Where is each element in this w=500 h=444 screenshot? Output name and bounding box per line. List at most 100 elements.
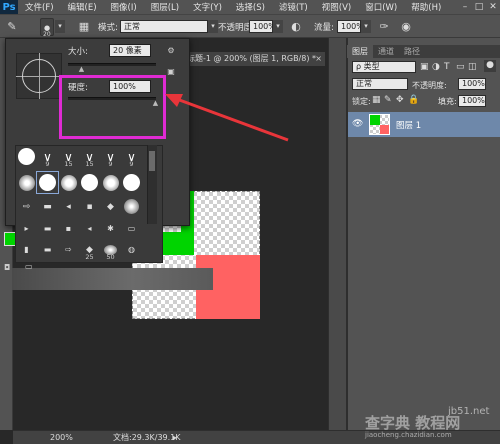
menu-type[interactable]: 文字(Y) [186,1,229,13]
preset-brush[interactable]: ∨ 9 [121,146,142,169]
menu-help[interactable]: 帮助(H) [404,1,448,13]
maximize-icon[interactable]: □ [473,1,485,13]
popup-menu-gear-icon[interactable]: ⚙ [166,46,176,56]
preset-brush[interactable]: ⇨ [16,196,37,217]
preset-brush[interactable] [121,196,142,217]
preset-brush[interactable]: ▬ [37,218,58,239]
document-close-icon[interactable]: × [315,52,322,66]
options-bar: ✎ ● 20 ▾ ▦ 模式: 正常 ▾ 不透明度: 100% ▾ ◐ 流量: 1… [0,14,500,38]
preset-brush[interactable]: ▬ [37,196,58,217]
preset-brush[interactable]: ▬ [37,239,58,260]
menu-window[interactable]: 窗口(W) [358,1,404,13]
minimize-icon[interactable]: – [459,1,471,13]
preset-brush[interactable]: ◆ 25 [79,239,100,262]
filter-smart-icon[interactable]: ◫ [468,62,477,72]
preset-brush[interactable]: ∨ 9 [100,146,121,169]
tab-paths[interactable]: 路径 [399,45,425,58]
mode-select[interactable]: 正常 [120,20,208,33]
fill-input[interactable]: 100% [458,95,486,107]
layer-name[interactable]: 图层 1 [396,119,421,131]
size-label: 大小: [68,47,88,57]
preset-row [16,171,142,194]
preset-brush[interactable]: ▪ [79,196,100,217]
preset-brush[interactable]: ▸ [16,218,37,239]
preset-brush[interactable]: 50 [100,239,121,261]
lock-pixels-icon[interactable]: ✎ [384,95,392,105]
menu-select[interactable]: 选择(S) [229,1,272,13]
preset-brush-selected[interactable] [36,171,59,194]
zoom-readout[interactable]: 200% [50,431,73,444]
brush-picker-dropdown-icon[interactable]: ▾ [55,20,65,33]
preset-brush[interactable]: ∨ 9 [37,146,58,169]
filter-toggle-icon[interactable]: ● [484,60,496,72]
tab-layers[interactable]: 图层 [347,45,373,58]
screen-mode-icon[interactable]: ▭ [25,262,33,271]
preset-brush[interactable]: ◆ [100,196,121,217]
flow-dropdown-icon[interactable]: ▾ [361,20,371,33]
brush-tool-icon[interactable]: ✎ [4,19,20,35]
preset-brush[interactable] [58,172,79,193]
mode-dropdown-icon[interactable]: ▾ [208,20,218,33]
preset-size: 15 [85,160,94,168]
new-preset-icon[interactable]: ▣ [166,67,176,77]
opacity-dropdown-icon[interactable]: ▾ [273,20,283,33]
menu-view[interactable]: 视图(V) [315,1,358,13]
lock-all-icon[interactable]: 🔒 [408,95,419,105]
close-icon[interactable]: ✕ [487,1,499,13]
brush-preset-picker[interactable]: ● 20 [40,18,54,38]
opacity-input[interactable]: 100% [249,20,276,33]
blend-mode-select[interactable]: 正常 [352,78,408,90]
preset-brush[interactable]: ▪ [58,218,79,239]
menu-bar: Ps 文件(F) 编辑(E) 图像(I) 图层(L) 文字(Y) 选择(S) 滤… [0,0,500,14]
brush-panel-toggle-icon[interactable]: ▦ [76,19,92,35]
menu-file[interactable]: 文件(F) [18,1,61,13]
preset-brush[interactable] [79,172,100,193]
filter-pixel-icon[interactable]: ▣ [420,62,429,72]
filter-adjust-icon[interactable]: ◑ [432,62,440,72]
preset-brush[interactable]: ∨ 15 [58,146,79,169]
filter-type-icon[interactable]: T [444,62,450,72]
airbrush-icon[interactable]: ✑ [376,19,392,35]
eye-icon[interactable]: 👁 [352,119,363,129]
preset-size: 50 [106,253,115,261]
flow-input[interactable]: 100% [337,20,364,33]
document-tab[interactable]: 未标题-1 @ 200% (图层 1, RGB/8) * × [175,52,325,66]
chalk-brush-icon: ✱ [107,224,114,233]
lock-transparent-icon[interactable]: ▦ [372,95,381,105]
preset-brush[interactable]: ▮ [16,239,37,260]
gray-overlay-bar [12,268,213,290]
quick-mask-icon[interactable]: ◘ [4,263,10,272]
preset-brush[interactable]: ⇨ [58,239,79,260]
menu-image[interactable]: 图像(I) [104,1,144,13]
filter-shape-icon[interactable]: ▭ [456,62,465,72]
status-arrow-icon[interactable]: ▸ [173,431,177,444]
photoshop-logo: Ps [0,0,18,14]
preset-brush[interactable]: ▭ [121,218,142,239]
fan-brush-icon: ▬ [43,201,52,212]
preset-size: 15 [64,160,73,168]
preset-brush[interactable] [16,172,37,193]
layer-kind-filter[interactable]: ρ 类型 [352,61,416,73]
chalk-brush-icon: ▬ [43,224,52,233]
preset-brush[interactable]: ◂ [79,218,100,239]
pressure-size-icon[interactable]: ◉ [398,19,414,35]
menu-filter[interactable]: 滤镜(T) [272,1,315,13]
menu-edit[interactable]: 编辑(E) [61,1,104,13]
lock-label: 锁定: [352,97,371,106]
layer-opacity-input[interactable]: 100% [458,78,486,90]
preset-brush[interactable]: ∨ 15 [79,146,100,169]
size-input[interactable]: 20 像素 [109,44,151,57]
preset-brush[interactable]: ◍ [121,239,142,260]
pressure-opacity-icon[interactable]: ◐ [288,19,304,35]
preset-brush[interactable] [121,172,142,193]
tab-channels[interactable]: 通道 [373,45,399,58]
chalk-brush-icon: ⇨ [65,245,72,254]
size-slider-thumb[interactable]: ▲ [78,66,85,73]
preset-brush[interactable]: ✱ [100,218,121,239]
menu-layer[interactable]: 图层(L) [144,1,186,13]
preset-brush[interactable]: ◂ [58,196,79,217]
preset-brush[interactable] [100,172,121,193]
preset-brush[interactable] [16,146,37,167]
lock-position-icon[interactable]: ✥ [396,95,404,105]
presets-scrollbar-thumb[interactable] [149,151,155,171]
